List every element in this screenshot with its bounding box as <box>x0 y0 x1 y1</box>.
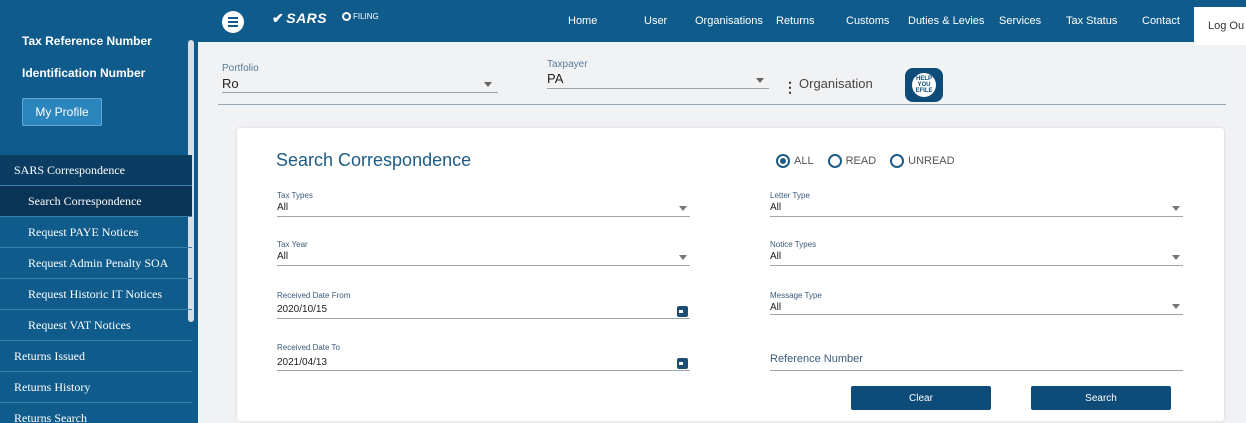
nav-contact[interactable]: Contact <box>1142 0 1180 42</box>
notice-types-label: Notice Types <box>770 240 817 249</box>
portfolio-label: Portfolio <box>222 63 259 74</box>
radio-unread[interactable]: UNREAD <box>890 154 955 168</box>
message-type-underline <box>770 314 1183 315</box>
portfolio-underline <box>222 92 498 93</box>
nav-user[interactable]: User <box>644 0 667 42</box>
sidebar-item-returns-issued[interactable]: Returns Issued <box>0 341 192 372</box>
portfolio-value[interactable]: Ro <box>222 76 239 91</box>
tax-types-label: Tax Types <box>277 191 313 200</box>
radio-label: UNREAD <box>908 155 955 167</box>
letter-type-label: Letter Type <box>770 191 810 200</box>
divider <box>218 104 1226 105</box>
radio-label: ALL <box>794 155 814 167</box>
tax-types-chevron-down-icon[interactable] <box>679 206 687 211</box>
more-options-icon[interactable]: ⋮ <box>783 79 797 96</box>
sidebar-item-search-correspondence[interactable]: Search Correspondence <box>0 186 192 217</box>
nav-duties-levies[interactable]: Duties & Levies <box>908 0 984 42</box>
my-profile-button[interactable]: My Profile <box>22 98 102 126</box>
taxpayer-underline <box>547 88 769 89</box>
sidebar-item-returns-search[interactable]: Returns Search <box>0 403 192 423</box>
letter-type-select[interactable]: All <box>770 202 781 213</box>
date-from-underline <box>277 318 690 319</box>
message-type-chevron-down-icon[interactable] <box>1172 304 1180 309</box>
radio-label: READ <box>845 155 877 167</box>
letter-type-chevron-down-icon[interactable] <box>1172 206 1180 211</box>
menu-icon[interactable] <box>222 11 244 33</box>
radio-circle-icon[interactable] <box>827 154 842 168</box>
reference-number-input[interactable]: Reference Number <box>770 353 863 365</box>
logout-link[interactable]: Log Ou <box>1194 7 1246 45</box>
sidebar: Tax Reference Number Identification Numb… <box>0 0 198 423</box>
sidebar-item-request-paye-notices[interactable]: Request PAYE Notices <box>0 217 192 248</box>
search-button[interactable]: Search <box>1031 386 1171 410</box>
top-nav: ✔ SARS FILING Home User Organisations Return… <box>198 0 1246 45</box>
taxpayer-label: Taxpayer <box>547 59 588 70</box>
tax-year-label: Tax Year <box>277 240 308 249</box>
radio-read[interactable]: READ <box>827 154 877 168</box>
date-from-input[interactable]: 2020/10/15 <box>277 304 327 315</box>
sidebar-item-request-historic-it-notices[interactable]: Request Historic IT Notices <box>0 279 192 310</box>
nav-customs[interactable]: Customs <box>846 0 889 42</box>
nav-organisations[interactable]: Organisations <box>695 0 763 42</box>
read-filter-radio-group: ALL READ UNREAD <box>776 154 963 168</box>
taxpayer-value[interactable]: PA <box>547 71 563 86</box>
message-type-select[interactable]: All <box>770 302 781 313</box>
notice-types-underline <box>770 265 1183 266</box>
tax-year-select[interactable]: All <box>277 251 288 262</box>
date-to-label: Received Date To <box>277 343 340 352</box>
sars-logo: ✔ SARS <box>272 10 328 26</box>
date-from-label: Received Date From <box>277 291 351 300</box>
nav-services[interactable]: Services <box>999 0 1041 42</box>
efiling-logo: FILING <box>342 12 379 21</box>
nav-returns[interactable]: Returns <box>776 0 815 42</box>
page-title: Search Correspondence <box>276 150 472 170</box>
nav-home[interactable]: Home <box>568 0 597 42</box>
tax-types-select[interactable]: All <box>277 202 288 213</box>
sidebar-item-request-admin-penalty-soa[interactable]: Request Admin Penalty SOA <box>0 248 192 279</box>
radio-all[interactable]: ALL <box>776 154 814 168</box>
tax-types-underline <box>277 216 690 217</box>
date-to-calendar-icon[interactable] <box>677 358 688 369</box>
tax-year-chevron-down-icon[interactable] <box>679 255 687 260</box>
tax-reference-label: Tax Reference Number <box>22 34 152 48</box>
notice-types-select[interactable]: All <box>770 251 781 262</box>
sidebar-item-sars-correspondence[interactable]: SARS Correspondence <box>0 155 192 186</box>
organisation-label[interactable]: Organisation <box>799 76 873 91</box>
message-type-label: Message Type <box>770 291 822 300</box>
reference-number-underline <box>770 370 1183 371</box>
clear-button[interactable]: Clear <box>851 386 991 410</box>
app-root: Tax Reference Number Identification Numb… <box>0 0 1246 423</box>
tax-year-underline <box>277 265 690 266</box>
radio-circle-icon[interactable] <box>890 154 905 168</box>
date-to-underline <box>277 370 690 371</box>
identification-label: Identification Number <box>22 66 146 80</box>
letter-type-underline <box>770 216 1183 217</box>
nav-tax-status[interactable]: Tax Status <box>1066 0 1117 42</box>
radio-circle-icon[interactable] <box>776 154 790 168</box>
date-from-calendar-icon[interactable] <box>677 306 688 317</box>
taxpayer-chevron-down-icon[interactable] <box>756 78 764 83</box>
sidebar-item-request-vat-notices[interactable]: Request VAT Notices <box>0 310 192 341</box>
search-card <box>237 128 1224 421</box>
date-to-input[interactable]: 2021/04/13 <box>277 357 327 368</box>
portfolio-chevron-down-icon[interactable] <box>484 82 492 87</box>
sidebar-menu: SARS Correspondence Search Correspondence… <box>0 155 192 423</box>
help-you-efile-icon[interactable]: HELP YOU EFILE <box>905 68 943 102</box>
notice-types-chevron-down-icon[interactable] <box>1172 255 1180 260</box>
sidebar-item-returns-history[interactable]: Returns History <box>0 372 192 403</box>
